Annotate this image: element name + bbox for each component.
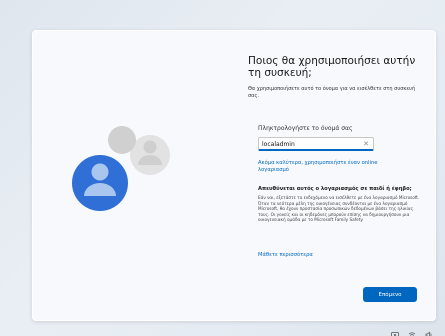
child-account-description: Εάν ναι, εξετάστε το ενδεχόμενο να εισέλ…	[258, 195, 420, 223]
user-avatars-illustration	[72, 126, 170, 211]
name-input-label: Πληκτρολογήστε το όνομά σας	[258, 125, 353, 132]
page-subtitle: Θα χρησιμοποιήσετε αυτό το όνομα για να …	[248, 86, 416, 99]
network-icon[interactable]	[408, 324, 416, 336]
volume-icon[interactable]	[425, 324, 433, 336]
gray-avatar-icon	[130, 135, 170, 175]
learn-more-link[interactable]: Μάθετε περισσότερα	[258, 252, 313, 258]
gray-avatar-head-icon	[108, 126, 136, 154]
online-account-link[interactable]: Ακόμα καλύτερα, χρησιμοποιήστε έναν onli…	[258, 160, 408, 174]
name-input-container: ✕	[258, 137, 374, 151]
name-input[interactable]	[262, 139, 362, 149]
blue-avatar-icon	[72, 155, 128, 211]
next-button[interactable]: Επόμενο	[363, 287, 417, 302]
system-tray	[391, 324, 433, 336]
page-title: Ποιος θα χρησιμοποιήσει αυτήν τη συσκευή…	[248, 55, 416, 79]
child-account-heading: Απευθύνεται αυτός ο λογαριασμός σε παιδί…	[258, 186, 412, 192]
accessibility-icon[interactable]	[391, 324, 399, 336]
clear-input-icon[interactable]: ✕	[363, 139, 369, 149]
